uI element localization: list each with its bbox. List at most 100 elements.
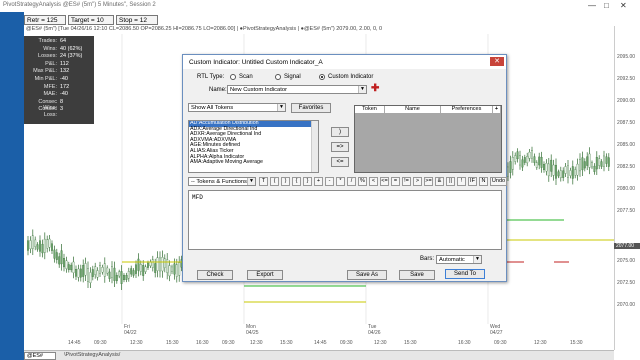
operator-button[interactable]: -	[325, 177, 334, 186]
last-price-tag: 2077.00	[614, 243, 640, 249]
operator-button[interactable]: *	[336, 177, 345, 186]
candle-body	[533, 156, 536, 163]
grid-col-name[interactable]: Name	[385, 106, 441, 113]
save-button[interactable]: Save	[399, 270, 435, 280]
save-as-button[interactable]: Save As	[347, 270, 387, 280]
time-tick: 16:30	[458, 340, 471, 346]
param-target[interactable]: Target = 10	[68, 15, 114, 25]
minimize-icon[interactable]: —	[588, 1, 596, 10]
operator-button[interactable]: &	[435, 177, 444, 186]
time-tick: 15:30	[404, 340, 417, 346]
candle-body	[516, 151, 519, 160]
radio-scan[interactable]	[230, 74, 236, 80]
window-title-bar: PivotStrategyAnalysis @ES# (5m") 5 Minut…	[0, 0, 640, 12]
add-icon[interactable]: ✚	[371, 83, 379, 94]
operator-button[interactable]: (	[270, 177, 279, 186]
candle-body	[41, 243, 44, 254]
formula-editor[interactable]: MFD	[188, 190, 502, 250]
operator-button[interactable]: }	[303, 177, 312, 186]
candle-body	[127, 271, 130, 279]
name-field[interactable]: New Custom Indicator ▼	[227, 85, 367, 94]
radio-scan-label[interactable]: Scan	[239, 74, 253, 80]
chevron-down-icon[interactable]: ▼	[358, 86, 366, 93]
close-icon[interactable]: ✕	[490, 57, 504, 66]
chevron-down-icon[interactable]: ▼	[247, 178, 255, 185]
editor-text[interactable]: MFD	[192, 194, 203, 201]
grid-col-preferences[interactable]: Preferences	[441, 106, 493, 113]
show-tokens-select[interactable]: Show All Tokens ▼	[188, 103, 286, 112]
radio-custom-indicator-label[interactable]: Custom Indicator	[328, 74, 373, 80]
candle-body	[562, 170, 565, 178]
operator-button[interactable]: %	[358, 177, 367, 186]
add-row-icon[interactable]: +	[493, 106, 501, 113]
candle-body	[523, 157, 526, 163]
candle-body	[31, 235, 34, 249]
candle-body	[557, 171, 560, 177]
radio-signal[interactable]	[275, 74, 281, 80]
candle-body	[514, 155, 517, 162]
operator-button[interactable]: >	[413, 177, 422, 186]
insert-paren-button[interactable]: )	[331, 127, 349, 137]
operator-button[interactable]: !=	[402, 177, 411, 186]
price-label: 2092.50	[617, 76, 636, 82]
operator-button[interactable]: N	[479, 177, 488, 186]
param-stop[interactable]: Stop = 12	[116, 15, 158, 25]
favorites-button[interactable]: Favorites	[291, 103, 331, 113]
operator-button[interactable]: =	[391, 177, 400, 186]
operator-button[interactable]: ||	[446, 177, 455, 186]
operator-button[interactable]: >=	[424, 177, 433, 186]
operator-button[interactable]: {	[292, 177, 301, 186]
symbol-box[interactable]: @ES#	[24, 352, 56, 360]
move-right-button[interactable]: =>	[331, 142, 349, 152]
candle-body	[607, 157, 610, 167]
send-to-button[interactable]: Send To	[445, 269, 485, 279]
study-tab[interactable]: \PivotStrategyAnalysis/	[64, 352, 120, 358]
check-button[interactable]: Check	[197, 270, 233, 280]
operator-button[interactable]: )	[281, 177, 290, 186]
operator-button[interactable]: !	[457, 177, 466, 186]
day-label: Wed 04/27	[490, 324, 503, 336]
chevron-down-icon[interactable]: ▼	[473, 256, 481, 263]
candle-body	[55, 252, 58, 260]
candle-body	[132, 270, 135, 276]
maximize-icon[interactable]: □	[604, 1, 609, 10]
operator-button[interactable]: Undo	[490, 177, 507, 186]
candle-body	[555, 164, 557, 179]
close-icon[interactable]: ✕	[620, 1, 627, 10]
operator-button[interactable]: <=	[380, 177, 389, 186]
operator-button[interactable]: +	[314, 177, 323, 186]
chevron-down-icon[interactable]: ▼	[277, 104, 285, 111]
time-axis[interactable]: Fri 04/22 Mon 04/25 Tue 04/26 Wed 04/27 …	[24, 324, 614, 350]
operator-button[interactable]: /	[347, 177, 356, 186]
candle-body	[34, 239, 37, 247]
time-tick: 14:45	[68, 340, 81, 346]
candle-body	[528, 151, 531, 159]
radio-signal-label[interactable]: Signal	[284, 74, 301, 80]
time-tick: 09:30	[494, 340, 507, 346]
token-grid[interactable]: Token Name Preferences +	[354, 105, 502, 173]
token-list-scrollbar[interactable]	[311, 121, 318, 172]
perf-row: P&L: 112	[45, 60, 69, 67]
price-axis[interactable]: 2095.00 2092.50 2090.00 2087.50 2085.00 …	[614, 26, 640, 350]
bars-label: Bars:	[420, 256, 435, 262]
bars-select[interactable]: Automatic ▼	[436, 255, 482, 264]
price-label: 2075.00	[617, 258, 636, 264]
tokens-functions-select[interactable]: -- Tokens & Functions -- ▼	[188, 177, 256, 186]
param-retr[interactable]: Retr = 125	[24, 15, 66, 25]
export-button[interactable]: Export	[247, 270, 283, 280]
grid-col-token[interactable]: Token	[355, 106, 385, 113]
list-item[interactable]: AMA:Adaptive Moving Average	[189, 160, 318, 166]
operator-button[interactable]: <	[369, 177, 378, 186]
candle-body	[168, 265, 171, 277]
move-left-button[interactable]: <=	[331, 157, 349, 167]
candle-body	[103, 263, 106, 277]
operator-button[interactable]: T	[259, 177, 268, 186]
operator-button[interactable]: IF	[468, 177, 477, 186]
price-label: 2085.00	[617, 142, 636, 148]
status-bar: \PivotStrategyAnalysis/	[24, 350, 614, 360]
candle-body	[171, 266, 173, 272]
radio-custom-indicator[interactable]	[319, 74, 325, 80]
perf-row: Max P&L: 132	[33, 68, 70, 75]
token-list[interactable]: AD:Accumulation Distribution ADX:Average…	[188, 120, 319, 173]
candle-body	[151, 259, 154, 268]
